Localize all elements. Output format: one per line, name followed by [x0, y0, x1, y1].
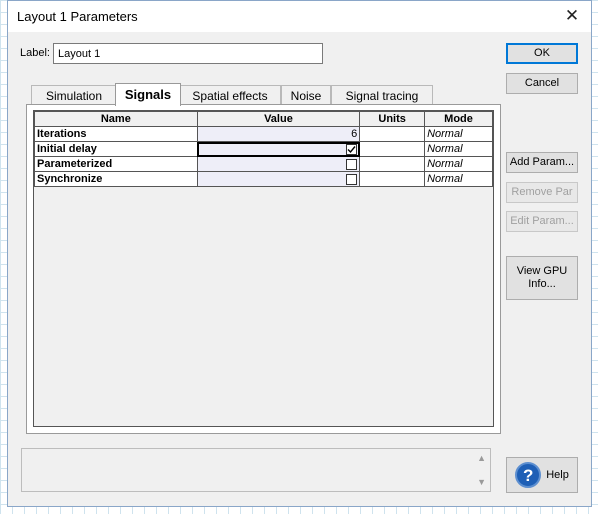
description-box: ▲ ▼	[21, 448, 491, 492]
param-units-cell[interactable]	[359, 141, 426, 157]
label-input[interactable]	[53, 43, 323, 64]
param-name-cell: Initial delay	[34, 141, 198, 157]
param-mode-cell[interactable]: Normal	[424, 126, 493, 142]
parameterized-checkbox[interactable]	[346, 158, 358, 170]
param-mode-cell[interactable]: Normal	[424, 141, 493, 157]
window-title: Layout 1 Parameters	[17, 9, 138, 24]
param-value-cell[interactable]: 6	[196, 126, 361, 142]
table-row[interactable]: Initial delay Normal	[34, 141, 493, 157]
param-mode-cell[interactable]: Normal	[424, 171, 493, 187]
table-row[interactable]: Parameterized Normal	[34, 156, 493, 172]
table-header-row: Name Value Units Mode	[34, 111, 493, 127]
initial-delay-checkbox[interactable]	[346, 143, 358, 155]
column-header-units: Units	[359, 111, 426, 127]
help-button[interactable]: ? Help	[506, 457, 578, 493]
close-icon[interactable]: ✕	[559, 5, 585, 27]
table-row[interactable]: Iterations 6 Normal	[34, 126, 493, 142]
tab-signal-tracing[interactable]: Signal tracing	[331, 85, 433, 104]
tab-noise[interactable]: Noise	[281, 85, 331, 104]
param-name-cell: Iterations	[34, 126, 198, 142]
view-gpu-info-button[interactable]: View GPU Info...	[506, 256, 578, 300]
title-bar: Layout 1 Parameters ✕	[8, 1, 591, 32]
parameters-table: Name Value Units Mode Iterations 6 Norma…	[34, 111, 493, 187]
add-param-button[interactable]: Add Param...	[506, 152, 578, 173]
param-units-cell[interactable]	[359, 126, 426, 142]
edit-param-button[interactable]: Edit Param...	[506, 211, 578, 232]
column-header-mode: Mode	[424, 111, 493, 127]
param-value-cell[interactable]	[196, 171, 361, 187]
remove-param-button[interactable]: Remove Par	[506, 182, 578, 203]
parameters-grid: Name Value Units Mode Iterations 6 Norma…	[33, 110, 494, 427]
column-header-value: Value	[196, 111, 361, 127]
ok-button[interactable]: OK	[506, 43, 578, 64]
scroll-down-icon[interactable]: ▼	[477, 477, 486, 487]
param-units-cell[interactable]	[359, 171, 426, 187]
synchronize-checkbox[interactable]	[346, 173, 358, 185]
param-units-cell[interactable]	[359, 156, 426, 172]
label-caption: Label:	[20, 47, 50, 59]
param-value-cell[interactable]	[196, 141, 361, 157]
tab-signals[interactable]: Signals	[115, 83, 181, 106]
tab-spatial-effects[interactable]: Spatial effects	[179, 85, 281, 104]
table-row[interactable]: Synchronize Normal	[34, 171, 493, 187]
param-name-cell: Synchronize	[34, 171, 198, 187]
help-label: Help	[546, 468, 569, 481]
signals-tab-panel: Name Value Units Mode Iterations 6 Norma…	[26, 104, 501, 434]
help-icon: ?	[515, 462, 542, 488]
column-header-name: Name	[34, 111, 198, 127]
parameters-dialog: Layout 1 Parameters ✕ Label: OK Cancel A…	[7, 0, 592, 507]
scroll-up-icon[interactable]: ▲	[477, 453, 486, 463]
tab-simulation[interactable]: Simulation	[31, 85, 117, 104]
param-mode-cell[interactable]: Normal	[424, 156, 493, 172]
param-name-cell: Parameterized	[34, 156, 198, 172]
param-value-cell[interactable]	[196, 156, 361, 172]
cancel-button[interactable]: Cancel	[506, 73, 578, 94]
